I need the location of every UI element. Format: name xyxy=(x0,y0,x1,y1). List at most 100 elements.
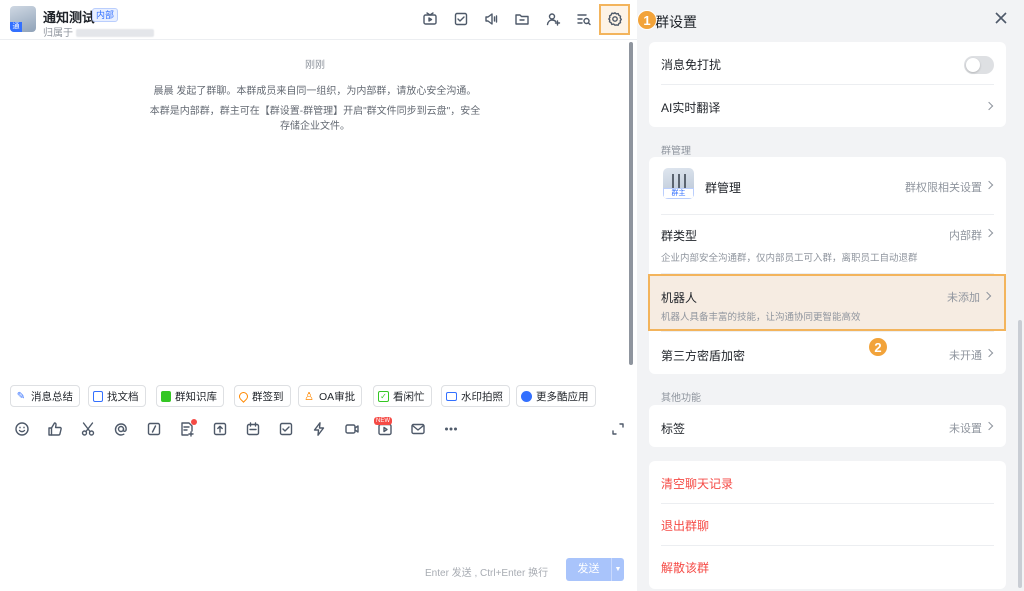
avatar-decoration xyxy=(684,174,686,188)
command-icon[interactable] xyxy=(146,421,164,439)
send-options-button[interactable]: ▼ xyxy=(611,558,624,581)
more-icon[interactable] xyxy=(443,421,461,439)
clear-history-button[interactable]: 清空聊天记录 xyxy=(661,475,733,492)
notification-dot xyxy=(191,419,197,425)
quick-app-wiki[interactable]: 群知识库 xyxy=(156,385,224,407)
danger-actions-card: 清空聊天记录 退出群聊 解散该群 xyxy=(649,461,1006,589)
quick-app-approval[interactable]: ♙ OA审批 xyxy=(298,385,363,407)
tags-label: 标签 xyxy=(661,422,686,436)
group-type-label: 群类型 xyxy=(661,229,698,243)
quick-app-label: 水印拍照 xyxy=(461,390,503,403)
ai-translate-row[interactable]: AI实时翻译 xyxy=(649,85,1006,127)
group-avatar[interactable]: 通 xyxy=(10,6,36,32)
quick-app-find-doc[interactable]: 找文档 xyxy=(88,385,146,407)
group-manage-row[interactable]: 群主 群管理 群权限相关设置 xyxy=(649,157,1006,213)
encryption-label: 第三方密盾加密 xyxy=(661,349,746,363)
new-badge: NEW xyxy=(374,417,392,425)
divider xyxy=(661,545,994,546)
section-label-manage: 群管理 xyxy=(661,146,691,157)
send-button[interactable]: 发送 xyxy=(566,558,611,581)
announcement-icon[interactable] xyxy=(482,10,500,28)
flash-icon[interactable] xyxy=(311,421,329,439)
avatar-decoration xyxy=(672,174,674,188)
more-apps-icon xyxy=(521,390,532,402)
chevron-right-icon xyxy=(984,421,994,431)
add-member-icon[interactable] xyxy=(544,10,562,28)
chat-scrollbar[interactable] xyxy=(629,42,633,365)
mute-toggle[interactable] xyxy=(964,56,994,74)
settings-icon[interactable] xyxy=(606,10,624,28)
tags-row[interactable]: 标签 未设置 xyxy=(649,405,1006,447)
chevron-right-icon xyxy=(984,101,994,111)
admin-avatar: 群主 xyxy=(663,168,694,199)
mute-label: 消息免打扰 xyxy=(661,58,722,72)
upload-icon[interactable] xyxy=(212,421,230,439)
send-hint: Enter 发送 , Ctrl+Enter 换行 xyxy=(425,568,549,579)
quick-app-label: 消息总结 xyxy=(31,390,73,403)
wiki-icon xyxy=(161,390,171,402)
video-icon[interactable] xyxy=(344,421,362,439)
like-icon[interactable] xyxy=(47,421,65,439)
group-type-row[interactable]: 群类型 内部群 企业内部安全沟通群，仅内部员工可入群，离职员工自动退群 xyxy=(649,215,1006,272)
divider xyxy=(661,503,994,504)
task-icon[interactable] xyxy=(452,10,470,28)
panel-scrollbar[interactable] xyxy=(1018,320,1022,588)
time-label: 刚刚 xyxy=(305,60,325,71)
dissolve-group-button[interactable]: 解散该群 xyxy=(661,559,709,576)
tags-value: 未设置 xyxy=(949,423,982,435)
panel-title: 群设置 xyxy=(655,14,697,30)
ai-translate-label: AI实时翻译 xyxy=(661,101,721,115)
robot-value: 未添加 xyxy=(947,292,980,304)
scissors-icon[interactable] xyxy=(80,421,98,439)
group-avatar-mini: 通 xyxy=(10,22,22,32)
chevron-right-icon xyxy=(984,180,994,190)
quick-app-label: 群签到 xyxy=(252,390,284,403)
settings-card-notifications: 消息免打扰 AI实时翻译 xyxy=(649,42,1006,127)
mention-icon[interactable] xyxy=(113,421,131,439)
checkin-icon xyxy=(237,389,250,403)
todo-icon[interactable] xyxy=(278,421,296,439)
quick-app-label: 群知识库 xyxy=(175,390,217,403)
chevron-right-icon xyxy=(984,228,994,238)
system-message: 晨晨 发起了群聊。本群成员来自同一组织，为内部群，请放心安全沟通。 xyxy=(153,86,477,97)
video-meeting-icon[interactable] xyxy=(421,10,439,28)
chat-header: 通 通知测试 内部 归属于 xyxy=(0,0,637,40)
quick-app-summary[interactable]: ✎ 消息总结 xyxy=(10,385,80,407)
schedule-icon[interactable] xyxy=(245,421,263,439)
belongs-to: 归属于 xyxy=(43,24,154,39)
close-icon[interactable] xyxy=(994,11,1012,29)
quick-app-label: OA审批 xyxy=(319,390,356,403)
search-history-icon[interactable] xyxy=(575,10,593,28)
encryption-row[interactable]: 第三方密盾加密 未开通 xyxy=(649,332,1006,374)
calendar-busy-icon: ✓ xyxy=(378,390,389,402)
group-type-value: 内部群 xyxy=(949,230,982,242)
step-marker-1: 1 xyxy=(637,10,657,30)
encryption-value: 未开通 xyxy=(949,350,982,362)
belongs-prefix: 归属于 xyxy=(43,28,73,39)
internal-badge: 内部 xyxy=(92,8,119,22)
quick-app-label: 看闲忙 xyxy=(393,390,425,403)
emoji-icon[interactable] xyxy=(14,421,32,439)
expand-icon[interactable] xyxy=(610,421,628,439)
robot-row[interactable]: 机器人 未添加 机器人具备丰富的技能，让沟通协同更智能高效 xyxy=(648,274,1006,331)
chat-window: 通 通知测试 内部 归属于 刚刚 晨晨 发起了群聊。本群成员来自同一组织，为内部… xyxy=(0,0,637,591)
quick-app-calendar-busy[interactable]: ✓ 看闲忙 xyxy=(373,385,432,407)
summary-icon: ✎ xyxy=(16,390,26,402)
quick-app-more[interactable]: 更多酷应用 xyxy=(516,385,596,407)
robot-desc: 机器人具备丰富的技能，让沟通协同更智能高效 xyxy=(661,312,861,323)
avatar-decoration xyxy=(678,174,680,188)
quick-app-label: 找文档 xyxy=(107,390,139,403)
group-manage-label: 群管理 xyxy=(705,181,742,195)
quick-app-camera[interactable]: 水印拍照 xyxy=(441,385,510,407)
message-list[interactable]: 刚刚 晨晨 发起了群聊。本群成员来自同一组织，为内部群，请放心安全沟通。 本群是… xyxy=(0,40,630,375)
find-doc-icon xyxy=(93,390,103,402)
chevron-right-icon xyxy=(984,348,994,358)
section-label-other: 其他功能 xyxy=(661,393,701,404)
robot-label: 机器人 xyxy=(661,291,698,305)
settings-card-manage: 群主 群管理 群权限相关设置 群类型 内部群 企业内部安全沟通群，仅内部员工可入… xyxy=(649,157,1006,374)
system-message: 本群是内部群，群主可在【群设置-群管理】开启"群文件同步到云盘"，安全存储企业文… xyxy=(149,106,481,132)
quick-app-checkin[interactable]: 群签到 xyxy=(234,385,291,407)
leave-group-button[interactable]: 退出群聊 xyxy=(661,517,709,534)
mail-icon[interactable] xyxy=(410,421,428,439)
folder-icon[interactable] xyxy=(513,10,531,28)
